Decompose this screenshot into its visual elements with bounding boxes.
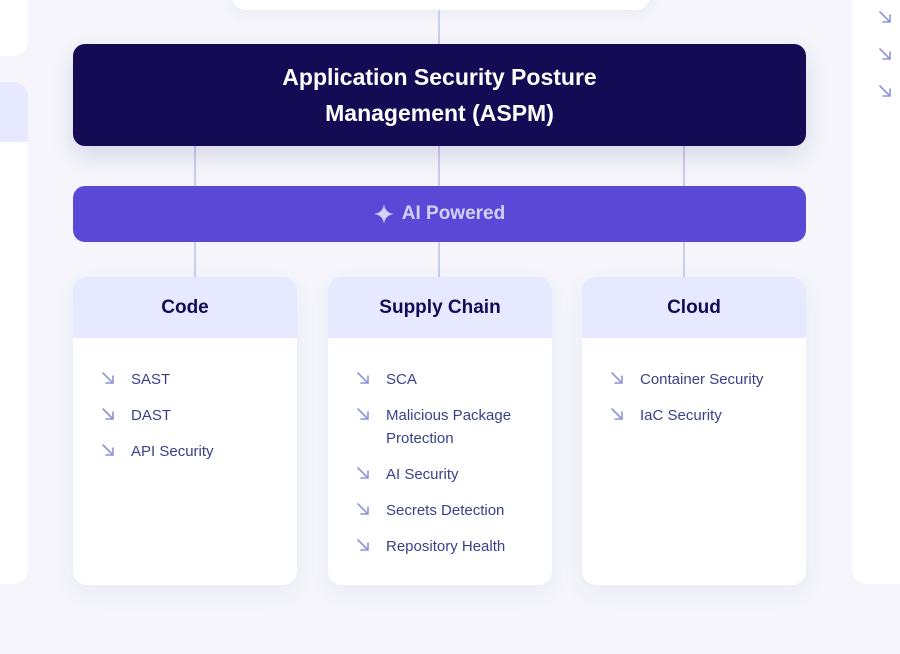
list-item: Secrets Detection (356, 499, 552, 522)
card-code: Code SAST DAST API Security (73, 277, 297, 585)
sparkle-icon (373, 204, 394, 224)
item-label: IaC Security (640, 407, 722, 424)
item-label: Malicious Package Protection (386, 407, 512, 447)
aspm-block: Application Security Posture Management … (73, 44, 806, 146)
item-label: DAST (131, 407, 172, 424)
arrow-down-right-icon (610, 371, 624, 385)
arrow-down-right-icon (878, 47, 898, 84)
card-title: Cloud (582, 277, 806, 338)
card-cloud: Cloud Container Security IaC Security (582, 277, 806, 585)
arrow-down-right-icon (356, 407, 370, 421)
list-item: IaC Security (610, 404, 806, 427)
card-title: Code (73, 277, 297, 338)
background-card-left-header (0, 82, 28, 142)
item-label: SAST (131, 371, 171, 388)
arrow-down-right-icon (356, 502, 370, 516)
arrow-down-right-icon (356, 371, 370, 385)
arrow-down-right-icon (878, 84, 898, 121)
list-item: SAST (101, 368, 297, 391)
card-item-list: Container Security IaC Security (582, 338, 806, 427)
list-item: API Security (101, 440, 297, 463)
list-item: Repository Health (356, 535, 552, 558)
ai-powered-bar: AI Powered (73, 186, 806, 242)
list-item: SCA (356, 368, 552, 391)
background-card-left-top (0, 0, 28, 56)
list-item: AI Security (356, 463, 552, 486)
arrow-down-right-icon (356, 466, 370, 480)
list-item: Container Security (610, 368, 806, 391)
card-item-list: SAST DAST API Security (73, 338, 297, 463)
card-supply-chain: Supply Chain SCA Malicious Package Prote… (328, 277, 552, 585)
arrow-down-right-icon (101, 407, 115, 421)
item-label: API Security (131, 443, 214, 460)
list-item: Malicious Package Protection (356, 404, 552, 450)
connector-line-top (438, 10, 440, 44)
background-card-left (0, 82, 28, 584)
arrow-down-right-icon (101, 443, 115, 457)
background-card-top (232, 0, 650, 10)
item-label: Repository Health (386, 538, 506, 555)
arrow-down-right-icon (610, 407, 624, 421)
arrow-down-right-icon (101, 371, 115, 385)
arrow-down-right-icon (356, 538, 370, 552)
item-label: SCA (386, 371, 417, 388)
ai-powered-label: AI Powered (401, 203, 506, 224)
aspm-title: Application Security Posture Management … (282, 64, 597, 126)
arrow-down-right-icon (878, 10, 898, 47)
item-label: Secrets Detection (386, 502, 505, 519)
card-title: Supply Chain (328, 277, 552, 338)
background-card-right-arrows (878, 10, 898, 121)
item-label: Container Security (640, 371, 764, 388)
item-label: AI Security (386, 466, 459, 483)
list-item: DAST (101, 404, 297, 427)
card-item-list: SCA Malicious Package Protection AI Secu… (328, 338, 552, 558)
